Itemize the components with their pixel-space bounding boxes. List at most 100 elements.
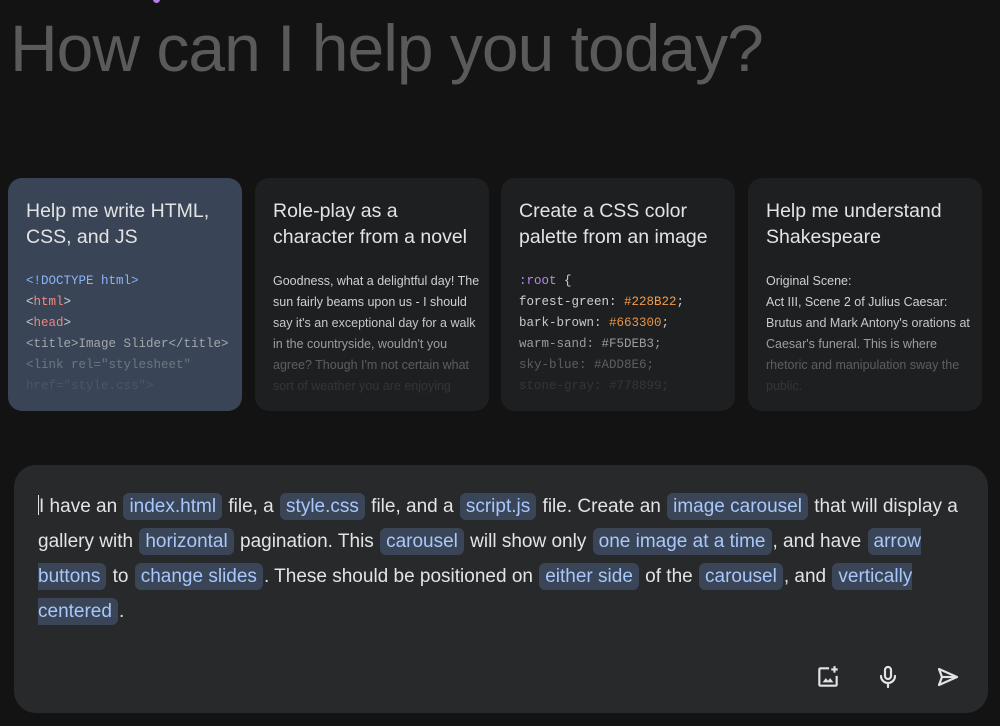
- preview-text: Caesar's funeral. This is where: [766, 337, 937, 351]
- prompt-text: will show only: [464, 531, 592, 552]
- keyword-chip[interactable]: carousel: [380, 528, 464, 555]
- preview-text: <title>Image Slider</title>: [26, 337, 229, 351]
- preview-text: Brutus and Mark Antony's orations at: [766, 316, 970, 330]
- preview-line: Brutus and Mark Antony's orations at: [766, 313, 970, 334]
- preview-line: <!DOCTYPE html>: [26, 271, 224, 292]
- preview-text: warm-sand: #F5DEB3;: [519, 337, 662, 351]
- preview-line: href="style.css">: [26, 376, 224, 397]
- card-preview: :root {forest-green: #228B22; bark-brown:…: [519, 271, 717, 397]
- input-actions: [814, 663, 962, 691]
- prompt-text: , and: [783, 566, 832, 587]
- prompt-text: file, and a: [365, 496, 459, 517]
- preview-line: Original Scene:: [766, 271, 964, 292]
- preview-text: public.: [766, 379, 803, 393]
- prompt-text: file. Create an: [537, 496, 667, 517]
- preview-line: bark-brown: #663300;: [519, 313, 717, 334]
- preview-line: <html>: [26, 292, 224, 313]
- card-title: Role-play as a character from a novel: [273, 200, 468, 248]
- keyword-chip[interactable]: script.js: [459, 493, 537, 520]
- preview-text: head: [33, 316, 64, 330]
- preview-text: Goodness, what a delightful day! The: [273, 274, 480, 288]
- prompt-text: of the: [639, 566, 699, 587]
- page-heading: How can I help you today?: [10, 11, 764, 85]
- suggestion-card[interactable]: Role-play as a character from a novel Goo…: [255, 178, 489, 411]
- suggestion-card[interactable]: Help me understand Shakespeare Original S…: [748, 178, 982, 411]
- prompt-text: . These should be positioned on: [263, 566, 539, 587]
- preview-text: Act III, Scene 2 of Julius Caesar:: [766, 295, 948, 309]
- preview-line: sort of weather you are enjoying: [273, 376, 471, 397]
- keyword-chip[interactable]: one image at a time: [592, 528, 772, 555]
- gemini-sparkle-icon: [153, 0, 160, 3]
- preview-line: forest-green: #228B22;: [519, 292, 717, 313]
- card-title: Help me understand Shakespeare: [766, 200, 942, 248]
- preview-line: sky-blue: #ADD8E6;: [519, 355, 717, 376]
- keyword-chip[interactable]: horizontal: [139, 528, 234, 555]
- keyword-chip[interactable]: image carousel: [667, 493, 808, 520]
- preview-text: >: [63, 316, 72, 330]
- preview-text: stone-gray: #778899;: [519, 379, 670, 393]
- preview-text: html: [33, 295, 64, 309]
- preview-text: {: [556, 274, 572, 288]
- preview-text: <!DOCTYPE html>: [26, 274, 139, 288]
- preview-line: Goodness, what a delightful day! The: [273, 271, 479, 292]
- prompt-text: pagination. This: [234, 531, 380, 552]
- preview-text: <link rel="stylesheet": [26, 358, 192, 372]
- preview-text: forest-green:: [519, 295, 625, 309]
- suggestion-card[interactable]: Create a CSS color palette from an image…: [501, 178, 735, 411]
- microphone-button[interactable]: [874, 663, 902, 691]
- keyword-chip[interactable]: index.html: [123, 493, 223, 520]
- keyword-chip[interactable]: change slides: [134, 563, 263, 590]
- prompt-text: .: [118, 601, 125, 622]
- prompt-text: , and have: [772, 531, 867, 552]
- preview-text: #228B22: [624, 295, 677, 309]
- preview-line: rhetoric and manipulation sway the: [766, 355, 964, 376]
- preview-line: stone-gray: #778899;: [519, 376, 717, 397]
- preview-line: sun fairly beams upon us - I should: [273, 292, 471, 313]
- preview-text: say it's an exceptional day for a walk: [273, 316, 476, 330]
- preview-line: say it's an exceptional day for a walk: [273, 313, 476, 334]
- add-image-icon: [818, 666, 838, 687]
- prompt-text: file, a: [223, 496, 280, 517]
- card-preview: <!DOCTYPE html> <html> <head> <title>Image …: [26, 271, 229, 397]
- keyword-chip[interactable]: style.css: [280, 493, 365, 520]
- preview-line: in the countryside, wouldn't you: [273, 334, 471, 355]
- preview-line: <title>Image Slider</title>: [26, 334, 229, 355]
- keyword-chip[interactable]: carousel: [699, 563, 783, 590]
- preview-text: sort of weather you are enjoying: [273, 379, 451, 393]
- preview-text: ;: [676, 295, 685, 309]
- preview-text: href="style.css">: [26, 379, 154, 393]
- preview-text: in the countryside, wouldn't you: [273, 337, 448, 351]
- preview-line: Act III, Scene 2 of Julius Caesar:: [766, 292, 964, 313]
- preview-text: agree? Though I'm not certain what: [273, 358, 470, 372]
- preview-text: :root: [519, 274, 557, 288]
- card-preview: Goodness, what a delightful day! The sun …: [273, 271, 479, 397]
- preview-line: public.: [766, 376, 964, 397]
- prompt-input[interactable]: I have an index.html file, a style.css f…: [38, 489, 964, 629]
- suggestion-card[interactable]: Help me write HTML, CSS, and JS <!DOCTYPE…: [8, 178, 242, 411]
- preview-line: <head>: [26, 313, 224, 334]
- preview-text: #663300: [609, 316, 662, 330]
- prompt-input-box[interactable]: I have an index.html file, a style.css f…: [14, 465, 988, 713]
- preview-line: agree? Though I'm not certain what: [273, 355, 471, 376]
- preview-text: bark-brown:: [519, 316, 610, 330]
- preview-text: ;: [661, 316, 670, 330]
- preview-line: <link rel="stylesheet": [26, 355, 224, 376]
- card-title: Create a CSS color palette from an image: [519, 200, 708, 248]
- preview-text: sky-blue: #ADD8E6;: [519, 358, 655, 372]
- preview-line: warm-sand: #F5DEB3;: [519, 334, 717, 355]
- preview-text: sun fairly beams upon us - I should: [273, 295, 467, 309]
- send-icon: [937, 667, 959, 687]
- prompt-text: to: [107, 566, 134, 587]
- keyword-chip[interactable]: either side: [539, 563, 639, 590]
- preview-line: Caesar's funeral. This is where: [766, 334, 964, 355]
- send-button[interactable]: [934, 663, 962, 691]
- preview-text: rhetoric and manipulation sway the: [766, 358, 960, 372]
- microphone-icon: [879, 665, 897, 689]
- preview-text: >: [63, 295, 72, 309]
- preview-text: <: [26, 295, 34, 309]
- preview-text: Original Scene:: [766, 274, 852, 288]
- add-image-button[interactable]: [814, 663, 842, 691]
- prompt-text: I have an: [39, 496, 123, 517]
- preview-text: <: [26, 316, 34, 330]
- preview-line: :root {: [519, 271, 717, 292]
